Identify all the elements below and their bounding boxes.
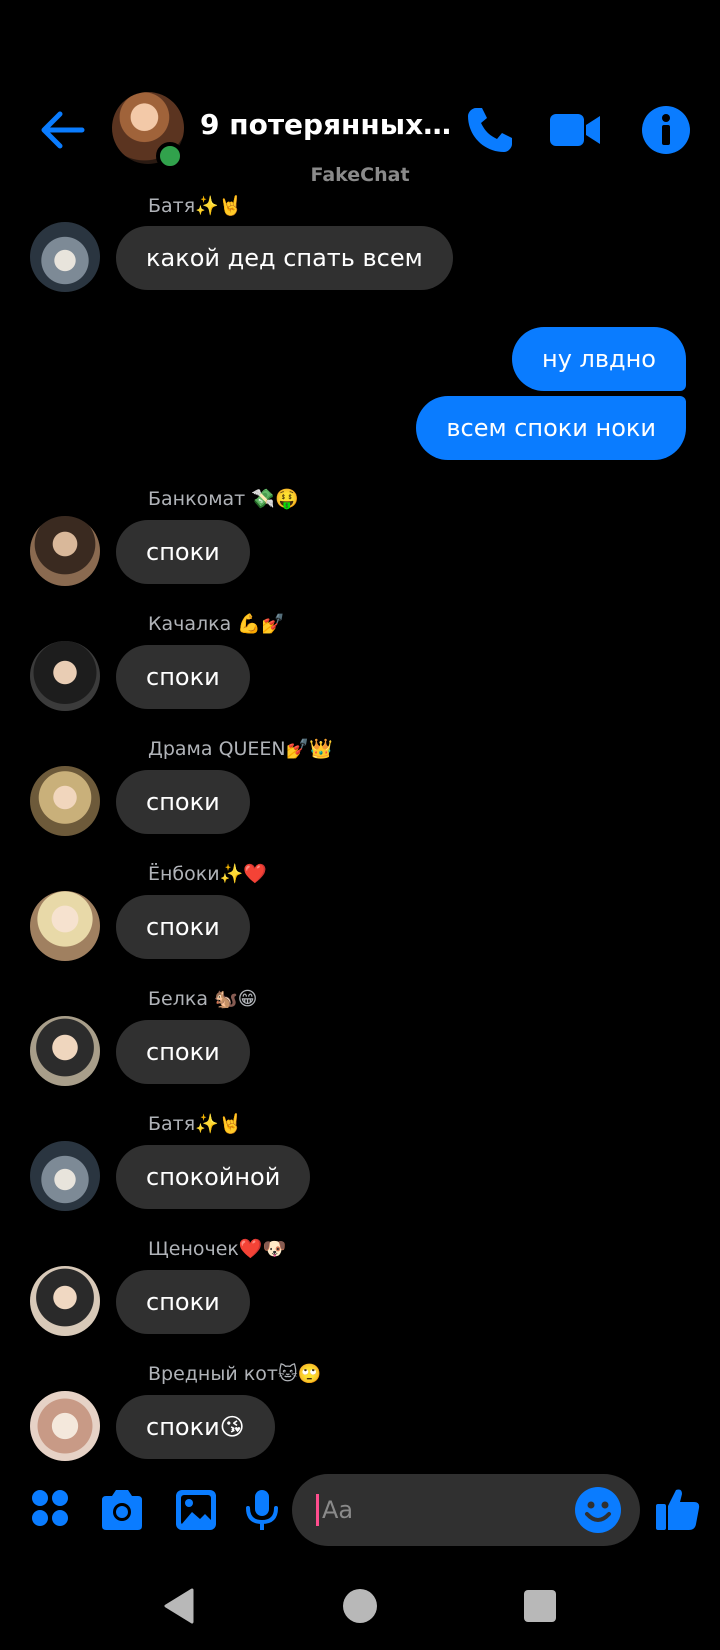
nav-home-icon[interactable] bbox=[338, 1584, 382, 1628]
message-composer bbox=[0, 1470, 720, 1550]
message-bubble[interactable]: какой дед спать всем bbox=[116, 226, 453, 290]
sender-name: Ёнбоки✨❤️ bbox=[148, 863, 267, 885]
avatar[interactable] bbox=[30, 891, 100, 961]
avatar[interactable] bbox=[30, 766, 100, 836]
message-input[interactable] bbox=[322, 1474, 562, 1546]
camera-icon[interactable] bbox=[98, 1486, 146, 1534]
emoji-icon[interactable] bbox=[574, 1486, 622, 1534]
chat-title[interactable]: 9 потерянных детей bbox=[200, 108, 456, 141]
avatar[interactable] bbox=[30, 1391, 100, 1461]
thumbs-up-icon[interactable] bbox=[654, 1484, 702, 1532]
back-arrow-icon[interactable] bbox=[36, 104, 88, 156]
sender-name: Батя✨🤘 bbox=[148, 195, 243, 217]
message-bubble[interactable]: спокойной bbox=[116, 1145, 311, 1209]
sender-name: Драма QUEEN💅👑 bbox=[148, 738, 333, 760]
microphone-icon[interactable] bbox=[238, 1486, 286, 1534]
avatar[interactable] bbox=[30, 1266, 100, 1336]
sender-name: Белка 🐿️😁 bbox=[148, 988, 258, 1010]
sender-name: Качалка 💪💅 bbox=[148, 613, 285, 635]
apps-grid-icon[interactable] bbox=[28, 1486, 76, 1534]
message-bubble-outgoing[interactable]: ну лвдно bbox=[512, 327, 686, 391]
message-bubble[interactable]: споки😘 bbox=[116, 1395, 275, 1459]
avatar[interactable] bbox=[30, 1016, 100, 1086]
avatar[interactable] bbox=[30, 1141, 100, 1211]
phone-icon[interactable] bbox=[462, 102, 518, 158]
avatar[interactable] bbox=[30, 222, 100, 292]
watermark-label: FakeChat bbox=[310, 164, 410, 186]
nav-recents-icon[interactable] bbox=[518, 1584, 562, 1628]
avatar[interactable] bbox=[30, 516, 100, 586]
message-bubble[interactable]: споки bbox=[116, 1020, 250, 1084]
message-bubble[interactable]: споки bbox=[116, 520, 250, 584]
sender-name: Щеночек❤️🐶 bbox=[148, 1238, 287, 1260]
message-bubble[interactable]: споки bbox=[116, 645, 250, 709]
system-navigation-bar bbox=[0, 1560, 720, 1650]
message-bubble[interactable]: споки bbox=[116, 770, 250, 834]
message-bubble[interactable]: споки bbox=[116, 895, 250, 959]
nav-back-icon[interactable] bbox=[158, 1584, 202, 1628]
message-input-box[interactable] bbox=[292, 1474, 640, 1546]
gallery-icon[interactable] bbox=[172, 1486, 220, 1534]
info-icon[interactable] bbox=[638, 102, 694, 158]
video-camera-icon[interactable] bbox=[546, 102, 602, 158]
message-bubble-outgoing[interactable]: всем споки ноки bbox=[416, 396, 686, 460]
sender-name: Банкомат 💸🤑 bbox=[148, 488, 299, 510]
sender-name: Батя✨🤘 bbox=[148, 1113, 243, 1135]
avatar[interactable] bbox=[30, 641, 100, 711]
text-caret bbox=[316, 1494, 319, 1526]
message-bubble[interactable]: споки bbox=[116, 1270, 250, 1334]
sender-name: Вредный кот🐱🙄 bbox=[148, 1363, 322, 1385]
